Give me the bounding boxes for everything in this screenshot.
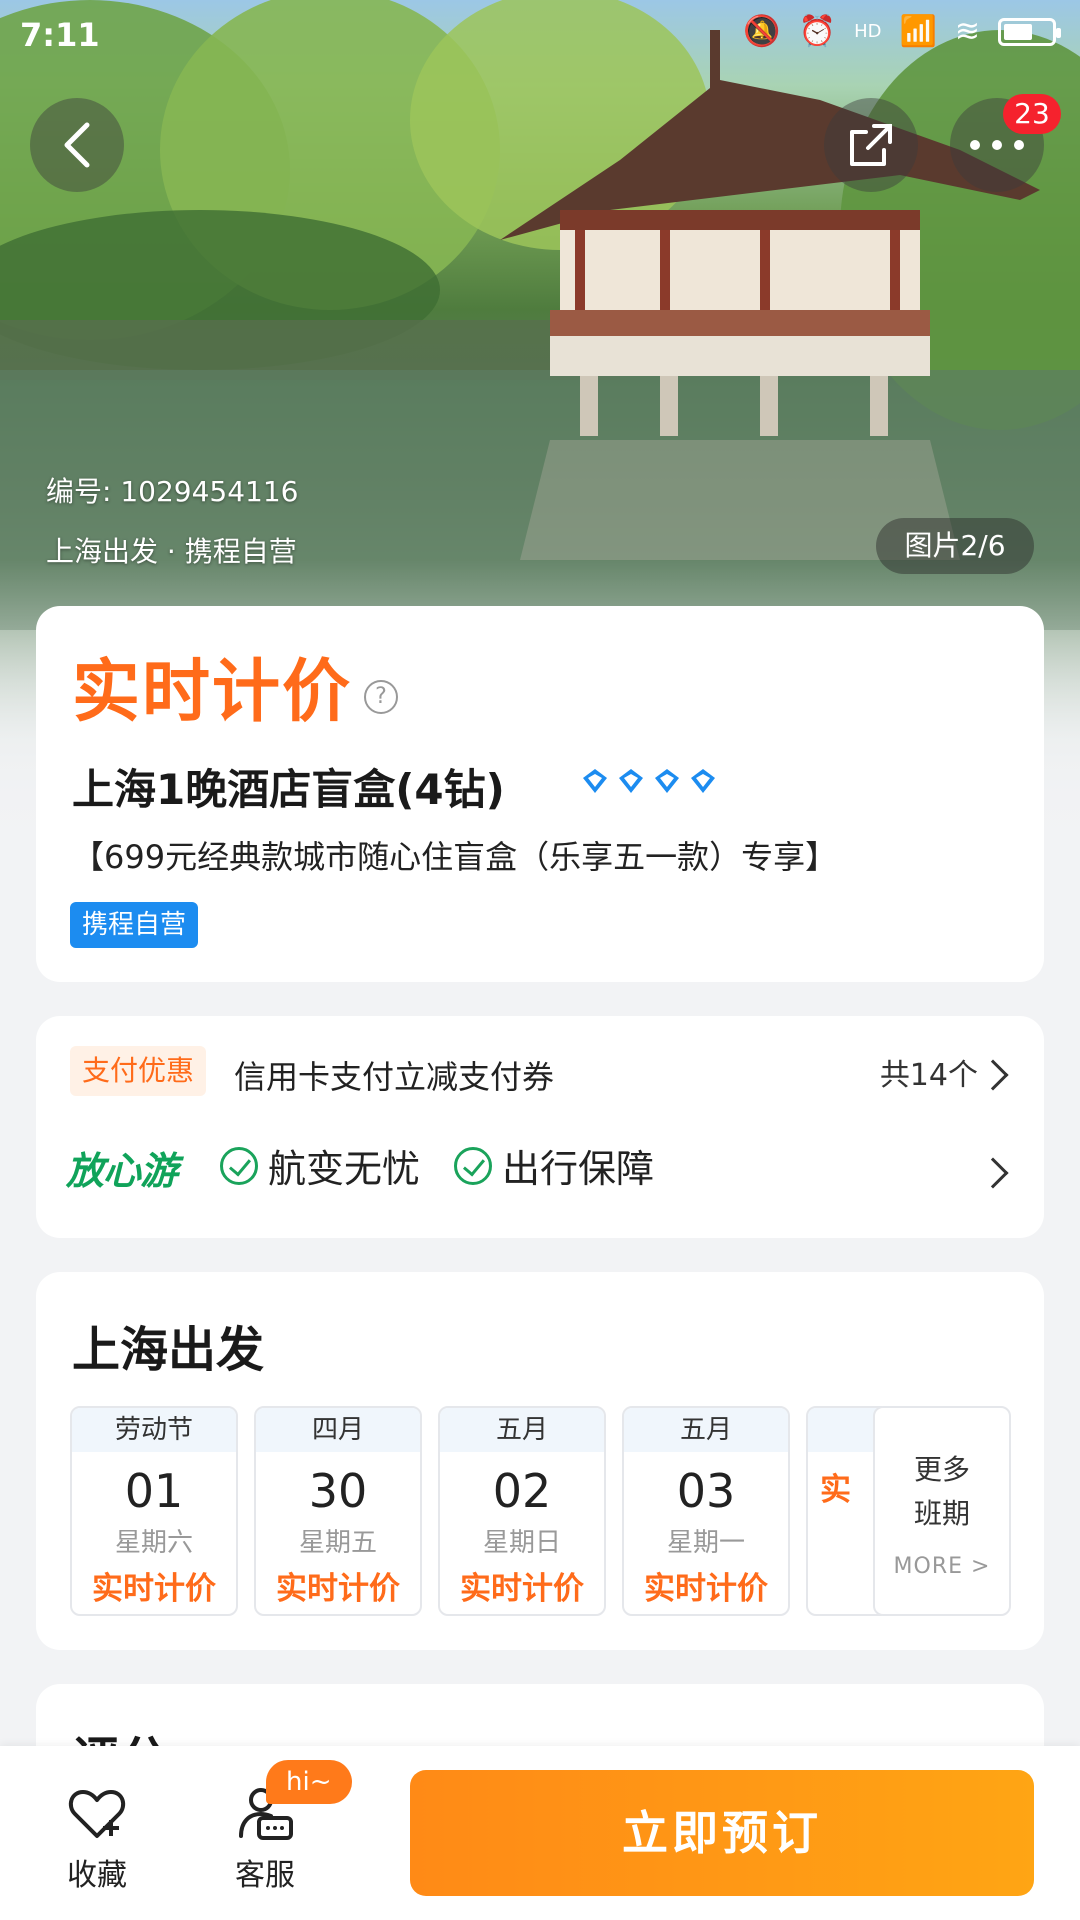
date-price: 实时计价 [92,1571,216,1607]
chevron-left-icon [64,122,90,168]
self-operated-tag: 携程自营 [70,902,199,948]
pricing-title: 实时计价 [72,653,353,732]
payment-discount-text[interactable]: 信用卡支付立减支付券 [234,1052,554,1098]
date-weekday: 星期日 [482,1528,561,1558]
check-circle-icon [454,1146,492,1185]
date-price: 实 [820,1472,851,1508]
date-option[interactable]: 四月 30 星期五 实时计价 [254,1406,422,1616]
date-holiday-label: 劳动节 [72,1408,236,1452]
date-option[interactable]: 实 [806,1406,882,1616]
mute-bell-icon: 🔕 [743,14,781,49]
status-bar: 7:11 🔕 ⏰ HD 📶 ≋ [0,0,1080,70]
product-name: 上海1晚酒店盲盒(4钻) [72,765,505,814]
departure-note: 上海出发 · 携程自营 [46,535,297,568]
favorite-label: 收藏 [67,1858,127,1893]
back-button[interactable] [30,98,124,192]
date-month-label: 四月 [256,1408,420,1452]
hi-bubble: hi~ [266,1760,352,1804]
date-weekday: 星期五 [298,1528,377,1558]
book-now-button[interactable]: 立即预订 [410,1770,1034,1896]
product-id: 编号: 1029454116 [46,475,299,508]
chevron-right-icon[interactable] [977,1157,1009,1189]
departure-dates-card: 上海出发 劳动节 01 星期六 实时计价 四月 30 星期五 实时计价 五月 0… [36,1272,1044,1650]
bottom-action-bar: 收藏 客服 hi~ 立即预订 [0,1746,1080,1920]
check-circle-icon [220,1146,258,1185]
wifi-icon: ≋ [954,14,980,49]
date-day: 30 [308,1464,368,1518]
date-month-label: 五月 [624,1408,788,1452]
share-button[interactable] [824,98,918,192]
alarm-icon: ⏰ [798,14,837,49]
safe-travel-logo: 放心游 [66,1149,178,1193]
more-dates-button[interactable]: 更多 班期 MORE > [873,1406,1011,1616]
date-option[interactable]: 五月 03 星期一 实时计价 [622,1406,790,1616]
departure-city-title: 上海出发 [72,1322,265,1378]
date-month-label: 五月 [440,1408,604,1452]
travel-protection[interactable]: 出行保障 [454,1138,654,1193]
ellipsis-icon [970,140,1024,150]
date-weekday: 星期六 [114,1528,193,1558]
guarantee-label: 出行保障 [502,1147,655,1191]
date-day: 02 [492,1464,552,1518]
diamond-icon [619,769,643,793]
date-list: 劳动节 01 星期六 实时计价 四月 30 星期五 实时计价 五月 02 星期日… [70,1406,882,1616]
help-icon[interactable]: ? [364,680,398,714]
more-dates-line2: 班期 [913,1497,970,1530]
date-price: 实时计价 [460,1571,584,1607]
date-day: 03 [676,1464,736,1518]
coupon-count[interactable]: 共14个 [880,1050,978,1094]
more-link: MORE > [893,1554,991,1579]
image-counter[interactable]: 图片2/6 [876,518,1034,574]
customer-service-label: 客服 [235,1858,295,1893]
flight-change-guarantee[interactable]: 航变无忧 [220,1138,420,1193]
date-day: 01 [124,1464,184,1518]
favorite-button[interactable]: 收藏 [42,1786,152,1894]
diamond-icon [583,769,607,793]
product-subtitle: 【699元经典款城市随心住盲盒（乐享五一款）专享】 [72,838,838,876]
battery-icon [998,17,1061,46]
product-title-card: 实时计价 ? 上海1晚酒店盲盒(4钻) 【699元经典款城市随心住盲盒（乐享五一… [36,606,1044,982]
more-dates-line1: 更多 [913,1453,970,1486]
promotion-card: 支付优惠 信用卡支付立减支付券 共14个 放心游 航变无忧 出行保障 [36,1016,1044,1238]
diamond-icon [691,769,715,793]
status-icons: 🔕 ⏰ HD 📶 ≋ [743,14,1061,49]
notification-badge: 23 [1003,94,1061,134]
signal-icon: 📶 [899,14,937,49]
diamond-icon [655,769,679,793]
status-time: 7:11 [20,16,100,54]
date-price: 实时计价 [276,1571,400,1607]
date-month-label [808,1408,882,1452]
payment-discount-tag: 支付优惠 [70,1046,207,1096]
signal-hd-icon: HD [854,21,882,42]
more-dates-label: 更多 班期 [875,1448,1009,1536]
date-option[interactable]: 五月 02 星期日 实时计价 [438,1406,606,1616]
heart-plus-icon [68,1790,126,1838]
guarantee-label: 航变无忧 [268,1147,421,1191]
chevron-right-icon[interactable] [977,1059,1009,1091]
share-icon [850,124,892,166]
date-price: 实时计价 [644,1571,768,1607]
diamond-rating [580,766,718,796]
date-weekday: 星期一 [666,1528,745,1558]
date-option[interactable]: 劳动节 01 星期六 实时计价 [70,1406,238,1616]
